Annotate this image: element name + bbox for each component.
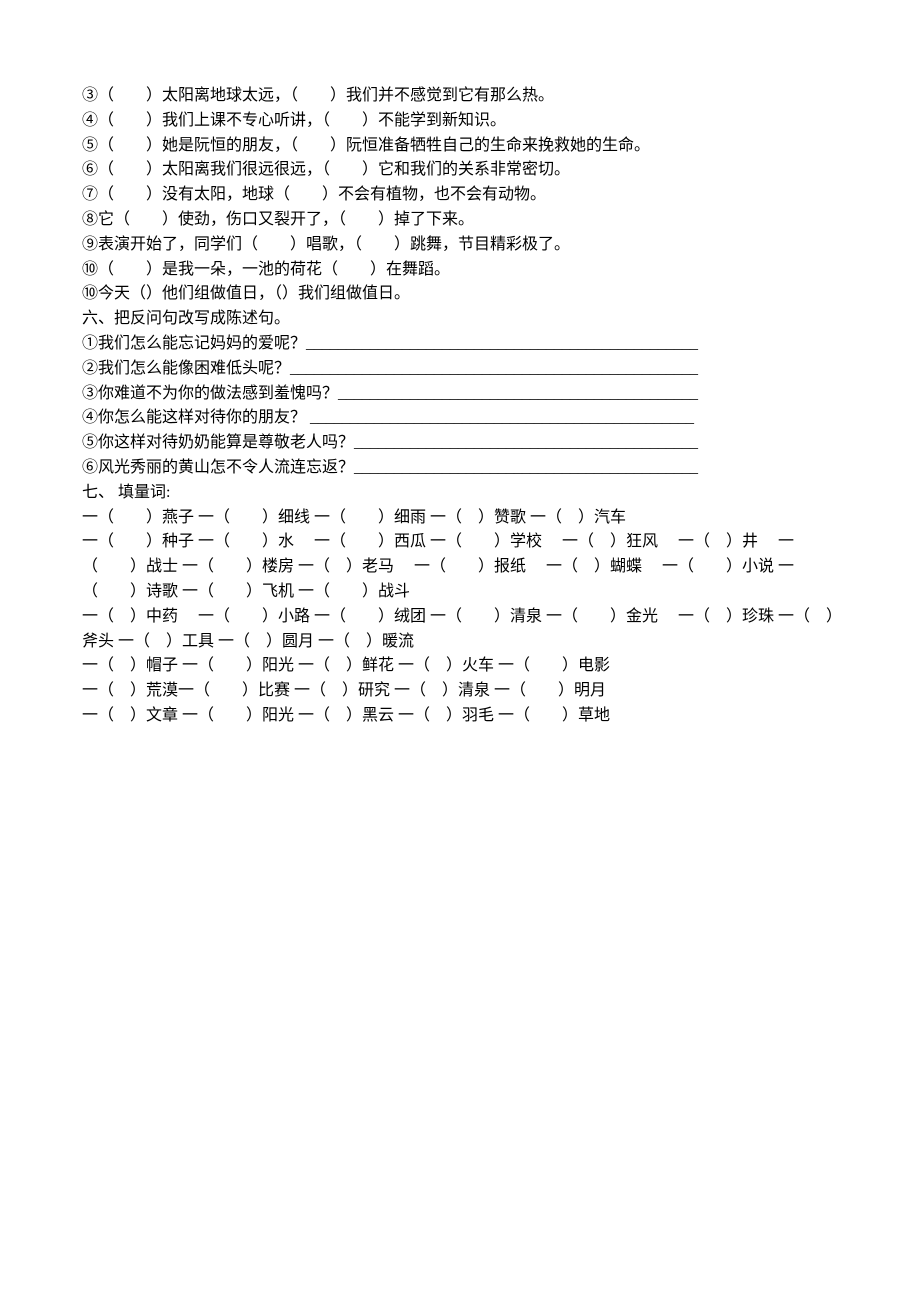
text-line: ③（ ）太阳离地球太远，（ ）我们并不感觉到它有那么热。 xyxy=(82,84,838,109)
text-line: ⑥（ ）太阳离我们很远很远，（ ）它和我们的关系非常密切。 xyxy=(82,158,838,183)
text-line: ⑤你这样对待奶奶能算是尊敬老人吗？_______________________… xyxy=(82,431,838,456)
text-line: ⑥风光秀丽的黄山怎不令人流连忘返？_______________________… xyxy=(82,456,838,481)
text-line: ⑤（ ）她是阮恒的朋友，（ ）阮恒准备牺牲自己的生命来挽救她的生命。 xyxy=(82,134,838,159)
text-line: ⑦（ ）没有太阳，地球（ ）不会有植物，也不会有动物。 xyxy=(82,183,838,208)
text-line: ⑩（ ）是我一朵，一池的荷花（ ）在舞蹈。 xyxy=(82,258,838,283)
text-line: ②我们怎么能像困难低头呢？___________________________… xyxy=(82,357,838,382)
text-line: 七、 填量词: xyxy=(82,481,838,506)
text-line: 一（ ）中药 一（ ）小路 一（ ）绒团 一（ ）清泉 一（ ）金光 一（ ）珍… xyxy=(82,605,838,655)
text-line: ⑨表演开始了，同学们（ ）唱歌，（ ）跳舞，节目精彩极了。 xyxy=(82,233,838,258)
document-body: ③（ ）太阳离地球太远，（ ）我们并不感觉到它有那么热。④（ ）我们上课不专心听… xyxy=(82,84,838,729)
text-line: 一（ ）燕子 一（ ）细线 一（ ）细雨 一（ ）赞歌 一（ ）汽车 xyxy=(82,506,838,531)
text-line: ④你怎么能这样对待你的朋友？ _________________________… xyxy=(82,406,838,431)
text-line: 一（ ）荒漠一（ ）比赛 一（ ）研究 一（ ）清泉 一（ ）明月 xyxy=(82,679,838,704)
text-line: ⑧它（ ）使劲，伤口又裂开了，（ ）掉了下来。 xyxy=(82,208,838,233)
text-line: 六、把反问句改写成陈述句。 xyxy=(82,307,838,332)
text-line: ④（ ）我们上课不专心听讲，（ ）不能学到新知识。 xyxy=(82,109,838,134)
text-line: 一（ ）文章 一（ ）阳光 一（ ）黑云 一（ ）羽毛 一（ ）草地 xyxy=(82,704,838,729)
text-line: ⑩今天（）他们组做值日，（）我们组做值日。 xyxy=(82,282,838,307)
text-line: ③你难道不为你的做法感到羞愧吗？________________________… xyxy=(82,382,838,407)
text-line: 一（ ）种子 一（ ）水 一（ ）西瓜 一（ ）学校 一（ ）狂风 一（ ）井 … xyxy=(82,530,838,604)
text-line: ①我们怎么能忘记妈妈的爱呢？__________________________… xyxy=(82,332,838,357)
text-line: 一（ ）帽子 一（ ）阳光 一（ ）鲜花 一（ ）火车 一（ ）电影 xyxy=(82,654,838,679)
